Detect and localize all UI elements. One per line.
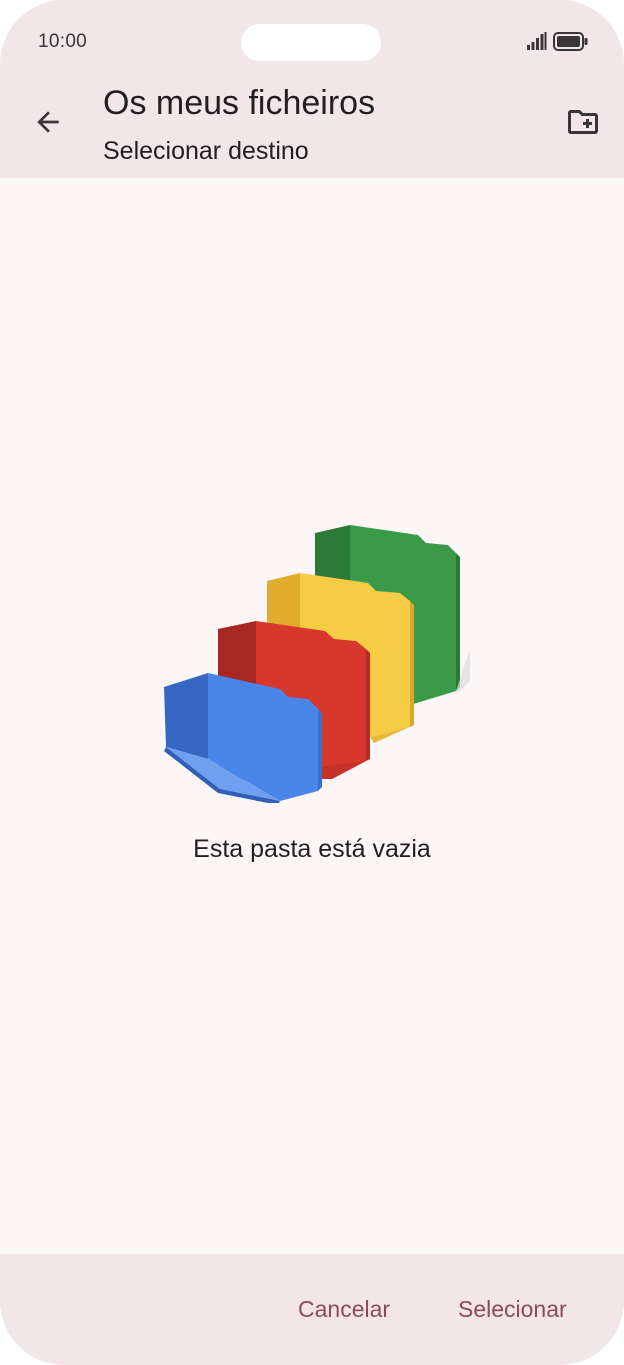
top-app-bar: Os meus ficheiros Selecionar destino: [0, 72, 624, 178]
page-subtitle: Selecionar destino: [103, 137, 309, 165]
folder-content-area: Esta pasta está vazia: [0, 178, 624, 1254]
empty-folder-message: Esta pasta está vazia: [193, 835, 431, 863]
arrow-back-icon: [32, 106, 64, 143]
status-bar: 10:00: [0, 0, 624, 72]
new-folder-button[interactable]: [560, 102, 606, 146]
phone-screen: 10:00 Os meus ficheiros Selecionar desti…: [0, 0, 624, 1365]
status-time: 10:00: [38, 31, 88, 52]
cellular-signal-icon: [527, 32, 547, 55]
create-new-folder-icon: [565, 104, 601, 145]
bottom-action-bar: Cancelar Selecionar: [0, 1254, 624, 1365]
back-button[interactable]: [26, 102, 70, 146]
camera-notch: [241, 24, 381, 61]
empty-folders-illustration: [160, 521, 472, 808]
cancel-button[interactable]: Cancelar: [298, 1296, 390, 1323]
select-button[interactable]: Selecionar: [458, 1296, 567, 1323]
battery-full-icon: [553, 32, 589, 57]
page-title: Os meus ficheiros: [103, 84, 376, 122]
